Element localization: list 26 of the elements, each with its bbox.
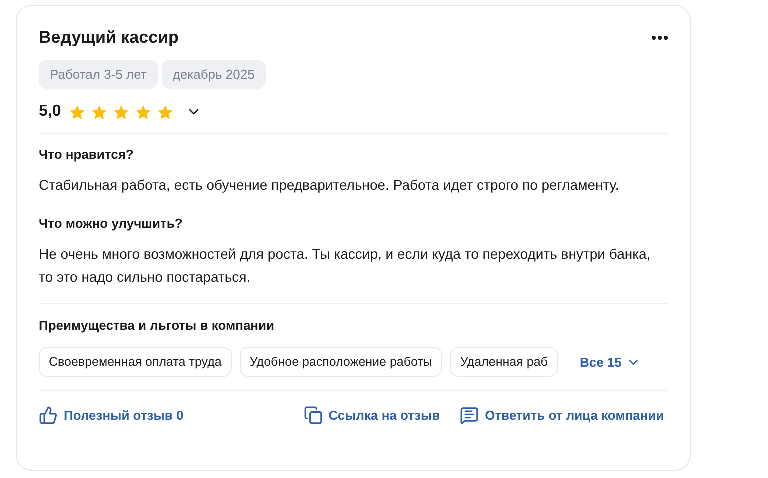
star-icon (157, 104, 174, 120)
benefit-chip: Удобное расположение работы (240, 347, 442, 377)
section-heading: Что нравится? (39, 147, 135, 162)
chat-bubble-icon (460, 406, 480, 425)
thumbs-up-icon (39, 406, 58, 425)
copy-icon (304, 406, 323, 425)
star-icon (69, 104, 86, 120)
copy-link[interactable]: Ссылка на отзыв (304, 406, 440, 425)
star-icon (91, 104, 108, 120)
section-text: Стабильная работа, есть обучение предварительное. Работа идет строго по регламенту. (39, 176, 620, 195)
useful-link[interactable]: Полезный отзыв 0 (39, 406, 184, 425)
tag: Работал 3-5 лет (39, 60, 158, 89)
star-icon (135, 104, 152, 120)
benefit-chip: Своевременная оплата труда (39, 347, 232, 377)
tag: декабрь 2025 (162, 60, 266, 89)
section-text: Не очень много возможностей для роста. Ты кассир, и если куда то переходить внутри банка, то это надо сильно постараться. (39, 245, 652, 287)
star-icon (113, 104, 130, 120)
benefits-heading: Преимущества и льготы в компании (39, 318, 276, 333)
show-all-button[interactable]: Все 15 (580, 354, 641, 370)
review-title: Ведущий кассир (39, 28, 179, 48)
reply-link[interactable]: Ответить от лица компании (460, 406, 664, 425)
section-heading: Что можно улучшить? (39, 216, 184, 231)
rating-score: 5,0 (39, 103, 62, 121)
more-button[interactable] (652, 36, 668, 40)
benefit-chip: Удаленная раб (450, 347, 558, 377)
more-dots-icon (652, 36, 668, 40)
